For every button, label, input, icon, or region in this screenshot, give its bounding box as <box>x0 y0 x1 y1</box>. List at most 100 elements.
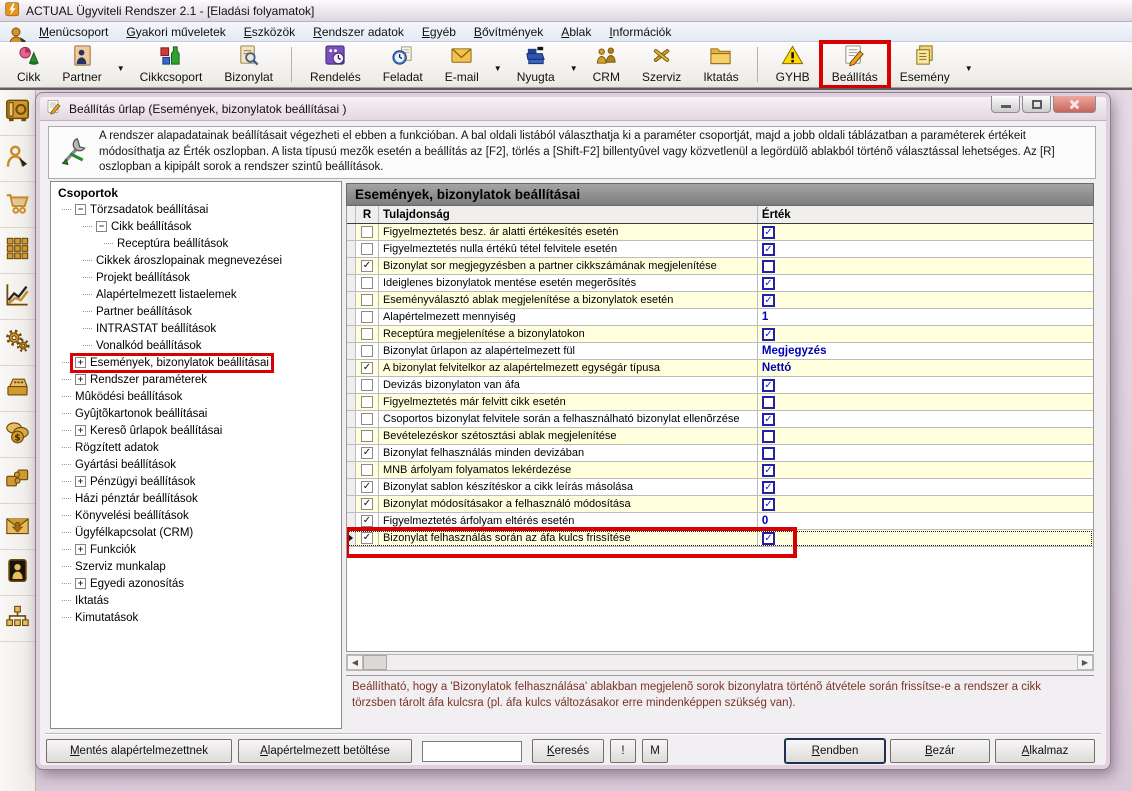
system-flag-cell[interactable] <box>356 428 379 444</box>
sidebar-button-modules-grid-icon[interactable] <box>0 228 35 274</box>
value-cell[interactable]: ✓ <box>758 292 1093 308</box>
system-flag-cell[interactable]: ✓ <box>356 479 379 495</box>
scrollbar-thumb[interactable] <box>363 655 387 670</box>
menu-item[interactable]: Menücsoport <box>30 23 117 41</box>
system-flag-cell[interactable] <box>356 275 379 291</box>
toolbar-button-esemény[interactable]: Esemény <box>889 42 961 87</box>
menu-item[interactable]: Eszközök <box>235 23 304 41</box>
system-flag-cell[interactable] <box>356 309 379 325</box>
unchecked-checkbox-icon[interactable] <box>361 379 373 391</box>
menu-item[interactable]: Információk <box>600 23 680 41</box>
unchecked-checkbox-icon[interactable] <box>361 311 373 323</box>
tree-item[interactable]: +Keresõ ûrlapok beállításai <box>56 422 341 439</box>
table-row[interactable]: ✓Figyelmeztetés árfolyam eltérés esetén0 <box>347 513 1093 530</box>
unchecked-checkbox-icon[interactable] <box>361 345 373 357</box>
unchecked-checkbox-icon[interactable] <box>361 243 373 255</box>
menu-item[interactable]: Ablak <box>552 23 600 41</box>
checked-checkbox-icon[interactable]: ✓ <box>361 498 373 510</box>
table-row[interactable]: ✓Bizonylat módosításakor a felhasználó m… <box>347 496 1093 513</box>
tree-item[interactable]: +Funkciók <box>56 541 341 558</box>
checked-checkbox-icon[interactable]: ✓ <box>361 515 373 527</box>
table-row[interactable]: Csoportos bizonylat felvitele során a fe… <box>347 411 1093 428</box>
expand-icon[interactable]: + <box>75 544 86 555</box>
value-cell[interactable]: 1 <box>758 309 1093 325</box>
value-checked-checkbox-icon[interactable]: ✓ <box>762 277 775 290</box>
system-flag-cell[interactable] <box>356 326 379 342</box>
tree-item[interactable]: Könyvelési beállítások <box>56 507 341 524</box>
table-row[interactable]: Ideiglenes bizonylatok mentése esetén me… <box>347 275 1093 292</box>
tree-item[interactable]: Ügyfélkapcsolat (CRM) <box>56 524 341 541</box>
close-button[interactable] <box>1053 96 1096 113</box>
chevron-down-icon[interactable]: ▼ <box>113 50 129 87</box>
value-cell[interactable]: 0 <box>758 513 1093 529</box>
toolbar-button-crm[interactable]: CRM <box>582 42 631 87</box>
sidebar-button-chart-icon[interactable] <box>0 274 35 320</box>
collapse-icon[interactable]: − <box>75 204 86 215</box>
checked-checkbox-icon[interactable]: ✓ <box>361 532 373 544</box>
tree-item[interactable]: Szerviz munkalap <box>56 558 341 575</box>
sidebar-button-gears-icon[interactable] <box>0 320 35 366</box>
system-flag-cell[interactable]: ✓ <box>356 513 379 529</box>
sidebar-button-send-mail-icon[interactable] <box>0 504 35 550</box>
sidebar-button-money-coins-icon[interactable]: $ <box>0 412 35 458</box>
table-row[interactable]: ✓Bizonylat felhasználás minden devizában <box>347 445 1093 462</box>
menu-item[interactable]: Egyéb <box>413 23 465 41</box>
unchecked-checkbox-icon[interactable] <box>361 328 373 340</box>
value-cell[interactable]: ✓ <box>758 411 1093 427</box>
system-flag-cell[interactable] <box>356 292 379 308</box>
system-flag-cell[interactable]: ✓ <box>356 445 379 461</box>
table-row[interactable]: Devizás bizonylaton van áfa✓ <box>347 377 1093 394</box>
table-row[interactable]: ✓A bizonylat felvitelkor az alapértelmez… <box>347 360 1093 377</box>
tree-item[interactable]: +Egyedi azonosítás <box>56 575 341 592</box>
exclamation-button[interactable]: ! <box>610 739 636 763</box>
tree-item[interactable]: Alapértelmezett listaelemek <box>56 286 341 303</box>
table-row[interactable]: ✓Bizonylat felhasználás során az áfa kul… <box>347 530 1093 547</box>
apply-button[interactable]: Alkalmaz <box>995 739 1095 763</box>
unchecked-checkbox-icon[interactable] <box>361 430 373 442</box>
expand-icon[interactable]: + <box>75 357 86 368</box>
value-checked-checkbox-icon[interactable]: ✓ <box>762 413 775 426</box>
toolbar-button-e-mail[interactable]: E-mail <box>434 42 490 87</box>
value-cell[interactable] <box>758 258 1093 274</box>
table-row[interactable]: Figyelmeztetés nulla értékû tétel felvit… <box>347 241 1093 258</box>
chevron-down-icon[interactable]: ▼ <box>566 50 582 87</box>
toolbar-button-cikk[interactable]: Cikk <box>6 42 51 87</box>
tree-item[interactable]: Gyûjtõkartonok beállításai <box>56 405 341 422</box>
toolbar-button-bizonylat[interactable]: Bizonylat <box>213 42 284 87</box>
system-flag-cell[interactable] <box>356 394 379 410</box>
sidebar-button-orgchart-icon[interactable] <box>0 596 35 642</box>
close-dialog-button[interactable]: Bezár <box>890 739 990 763</box>
dialog-titlebar[interactable]: Beállítás ûrlap (Események, bizonylatok … <box>40 97 1106 121</box>
menu-item[interactable]: Bővítmények <box>465 23 552 41</box>
system-flag-cell[interactable]: ✓ <box>356 258 379 274</box>
chevron-down-icon[interactable]: ▼ <box>490 50 506 87</box>
unchecked-checkbox-icon[interactable] <box>361 464 373 476</box>
system-flag-cell[interactable] <box>356 411 379 427</box>
table-row[interactable]: Figyelmeztetés már felvitt cikk esetén <box>347 394 1093 411</box>
load-default-button[interactable]: Alapértelmezett betöltése <box>238 739 412 763</box>
value-cell[interactable] <box>758 394 1093 410</box>
toolbar-button-feladat[interactable]: Feladat <box>372 42 434 87</box>
search-button[interactable]: Keresés <box>532 739 604 763</box>
expand-icon[interactable]: + <box>75 476 86 487</box>
table-row[interactable]: Eseményválasztó ablak megjelenítése a bi… <box>347 292 1093 309</box>
table-row[interactable]: MNB árfolyam folyamatos lekérdezése✓ <box>347 462 1093 479</box>
system-flag-cell[interactable]: ✓ <box>356 360 379 376</box>
toolbar-button-rendelés[interactable]: Rendelés <box>299 42 372 87</box>
value-unchecked-checkbox-icon[interactable] <box>762 396 775 409</box>
value-cell[interactable]: ✓ <box>758 326 1093 342</box>
tree-item[interactable]: INTRASTAT beállítások <box>56 320 341 337</box>
tree-item[interactable]: Rögzített adatok <box>56 439 341 456</box>
value-checked-checkbox-icon[interactable]: ✓ <box>762 328 775 341</box>
tree-item[interactable]: Gyártási beállítások <box>56 456 341 473</box>
tree-item[interactable]: Vonalkód beállítások <box>56 337 341 354</box>
value-checked-checkbox-icon[interactable]: ✓ <box>762 481 775 494</box>
tree-item[interactable]: Cikkek ároszlopainak megnevezései <box>56 252 341 269</box>
value-unchecked-checkbox-icon[interactable] <box>762 447 775 460</box>
tree-item[interactable]: Mûködési beállítások <box>56 388 341 405</box>
scroll-left-arrow-icon[interactable]: ◀ <box>347 655 363 670</box>
expand-icon[interactable]: + <box>75 374 86 385</box>
unchecked-checkbox-icon[interactable] <box>361 396 373 408</box>
unchecked-checkbox-icon[interactable] <box>361 294 373 306</box>
toolbar-button-beállítás[interactable]: Beállítás <box>821 42 889 87</box>
